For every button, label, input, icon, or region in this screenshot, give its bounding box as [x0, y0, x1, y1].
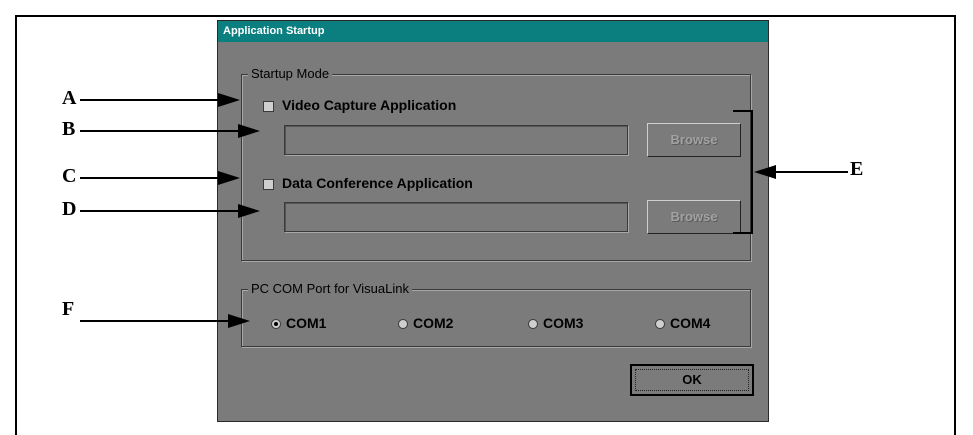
callout-f-line: [80, 320, 230, 322]
callout-e-arrowhead: [754, 165, 776, 179]
video-capture-browse-button[interactable]: Browse: [647, 123, 741, 157]
callout-c-arrowhead: [218, 171, 240, 185]
com1-radio[interactable]: [271, 319, 281, 329]
com1-label: COM1: [286, 315, 327, 331]
ok-label: OK: [682, 372, 702, 387]
data-conference-checkbox[interactable]: [263, 179, 274, 190]
application-startup-dialog: Application Startup Startup Mode Video C…: [217, 20, 769, 422]
callout-b: B: [62, 118, 76, 140]
callout-a: A: [62, 87, 77, 109]
callout-c-line: [80, 177, 220, 179]
ok-button[interactable]: OK: [630, 364, 754, 396]
callout-b-arrowhead: [238, 124, 260, 138]
startup-mode-label: Startup Mode: [248, 66, 333, 81]
video-capture-label: Video Capture Application: [282, 97, 457, 113]
callout-d-line: [80, 210, 240, 212]
dialog-title: Application Startup: [218, 21, 768, 42]
callout-e: E: [850, 158, 864, 180]
callout-c: C: [62, 165, 77, 187]
callout-e-bracket: [733, 110, 753, 234]
com3-radio[interactable]: [528, 319, 538, 329]
video-capture-checkbox[interactable]: [263, 101, 274, 112]
callout-a-line: [80, 99, 220, 101]
callout-f: F: [62, 298, 75, 320]
data-conference-browse-button[interactable]: Browse: [647, 200, 741, 234]
callout-b-line: [80, 130, 240, 132]
com2-radio[interactable]: [398, 319, 408, 329]
video-capture-path-field[interactable]: [284, 125, 628, 155]
com4-radio[interactable]: [655, 319, 665, 329]
com4-label: COM4: [670, 315, 711, 331]
data-conference-path-field[interactable]: [284, 202, 628, 232]
data-conference-label: Data Conference Application: [282, 175, 473, 191]
callout-a-arrowhead: [218, 93, 240, 107]
callout-d: D: [62, 198, 77, 220]
com3-label: COM3: [543, 315, 584, 331]
callout-f-arrowhead: [228, 314, 250, 328]
callout-d-arrowhead: [238, 204, 260, 218]
com2-label: COM2: [413, 315, 454, 331]
com-port-label: PC COM Port for VisuaLink: [248, 281, 412, 296]
callout-e-line: [774, 171, 848, 173]
